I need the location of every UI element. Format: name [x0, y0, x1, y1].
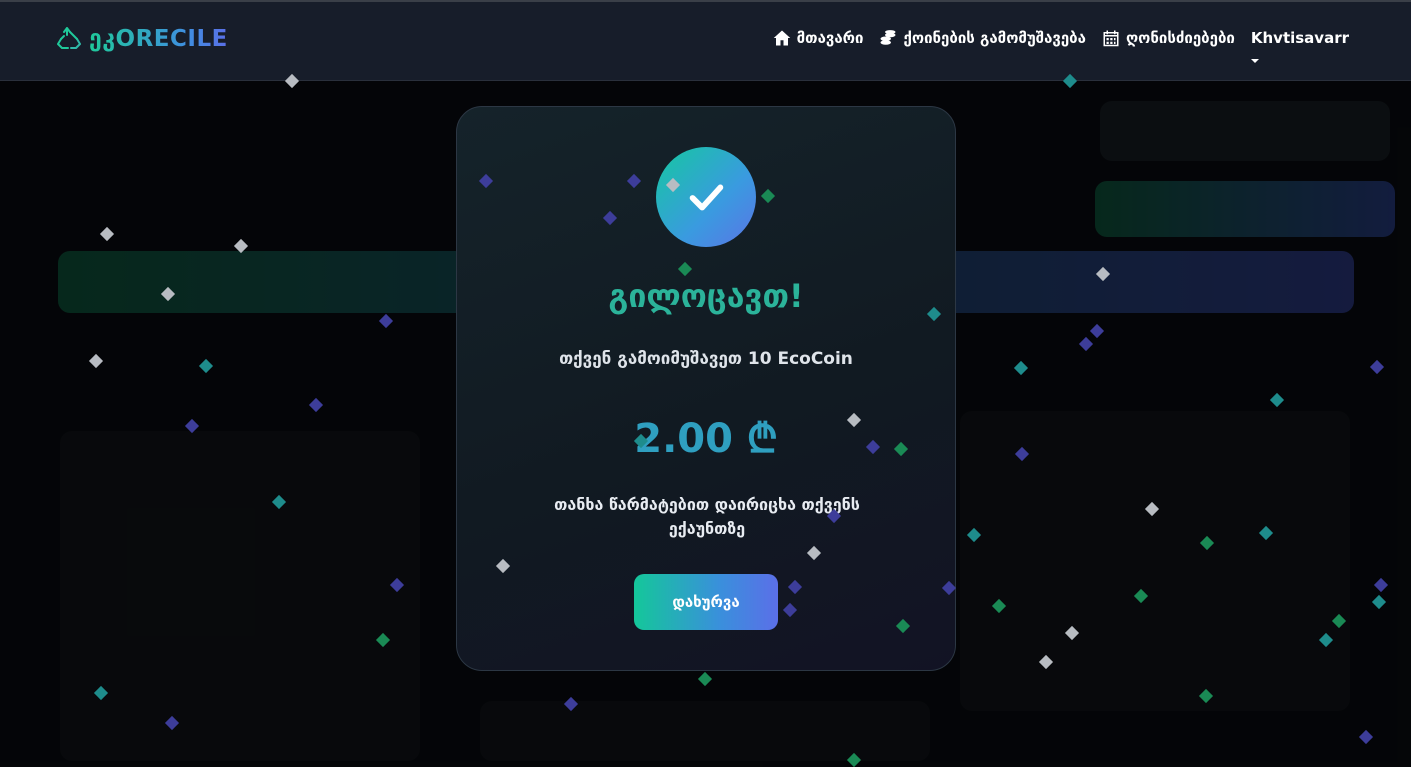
navbar: ეკORECILE მთავარი ქოინების გამომუშავება	[0, 0, 1411, 81]
nav-item-earn-coins-label: ქოინების გამომუშავება	[903, 29, 1086, 47]
checkmark-icon	[689, 184, 724, 211]
modal-subtitle: თქვენ გამოიმუშავეთ 10 EcoCoin	[559, 349, 853, 369]
nav-links: მთავარი ქოინების გამომუშავება ღონისძიებე…	[773, 29, 1349, 63]
brand-name: ეკORECILE	[89, 26, 228, 52]
user-menu-dropdown[interactable]: Khvtisavarr	[1250, 29, 1349, 63]
nav-item-events[interactable]: ღონისძიებები	[1102, 29, 1235, 47]
caret-down-icon	[1250, 59, 1259, 63]
nav-item-home-label: მთავარი	[796, 29, 864, 47]
brand-logo[interactable]: ეკORECILE	[57, 26, 228, 52]
reward-amount: 2.00 ₾	[634, 416, 778, 462]
recycle-icon	[57, 27, 81, 49]
nav-item-events-label: ღონისძიებები	[1125, 29, 1235, 47]
page: ეკORECILE მთავარი ქოინების გამომუშავება	[0, 0, 1411, 767]
success-modal: გილოცავთ! თქვენ გამოიმუშავეთ 10 EcoCoin …	[456, 106, 956, 671]
coins-icon	[880, 30, 896, 45]
nav-item-earn-coins[interactable]: ქოინების გამომუშავება	[879, 29, 1086, 47]
modal-title: გილოცავთ!	[608, 277, 804, 315]
nav-item-home[interactable]: მთავარი	[773, 29, 864, 47]
user-name: Khvtisavarr	[1250, 29, 1349, 47]
calendar-icon	[1103, 30, 1119, 47]
modal-note: თანხა წარმატებით დაირიცხა თქვენს ექაუნთზ…	[554, 495, 860, 538]
close-button[interactable]: დახურვა	[634, 574, 778, 630]
success-badge	[656, 147, 756, 247]
home-icon	[773, 30, 790, 46]
